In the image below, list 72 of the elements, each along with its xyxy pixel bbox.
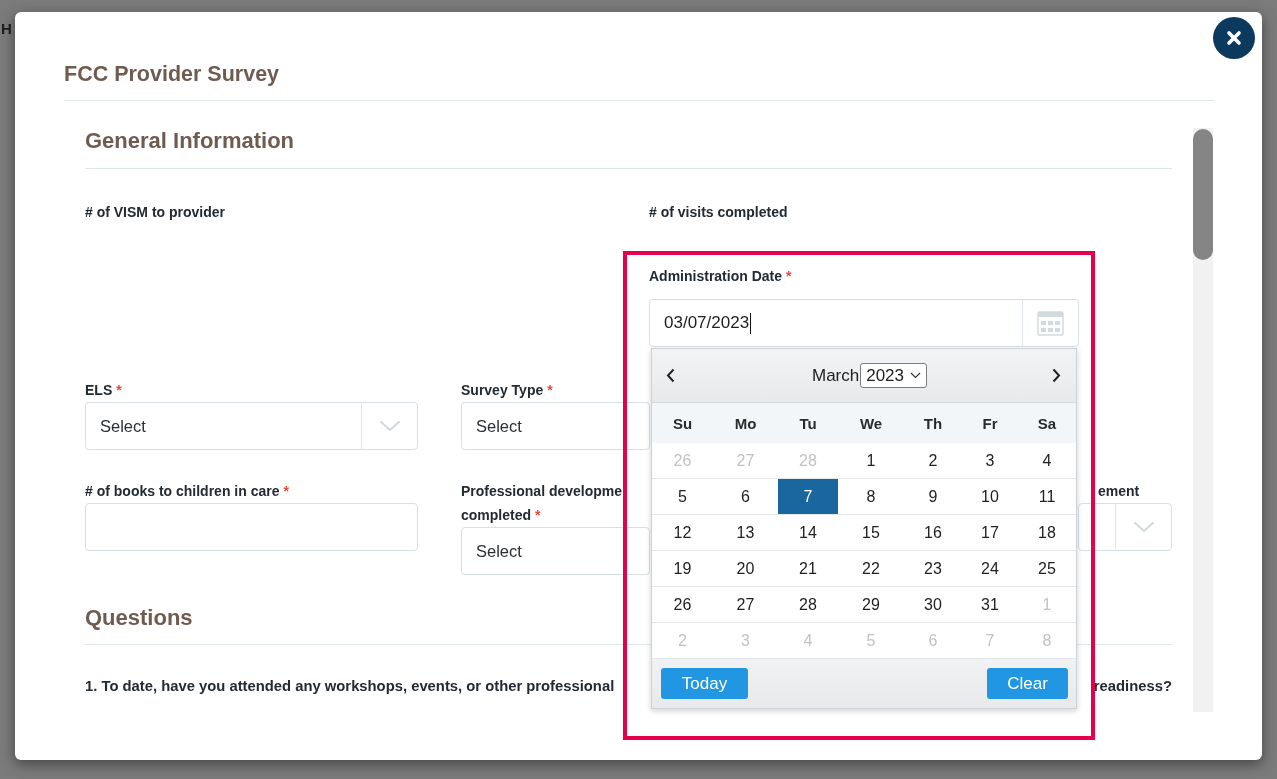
field-label: completed *: [461, 506, 541, 525]
day-cell[interactable]: 25: [1018, 551, 1076, 586]
weekday-label: Su: [672, 414, 693, 432]
weekday-label: We: [859, 414, 883, 432]
day-cell[interactable]: 1: [838, 443, 904, 478]
select-field[interactable]: [1078, 503, 1172, 551]
close-icon: [1226, 30, 1242, 46]
day-cell[interactable]: 20: [713, 551, 778, 586]
day-cell[interactable]: 18: [1018, 515, 1076, 550]
field-label: ELS *: [85, 381, 122, 400]
select-field[interactable]: Select: [461, 527, 650, 575]
weekday-label: Mo: [734, 414, 757, 432]
prev-month-button[interactable]: [666, 368, 675, 383]
day-cell[interactable]: 21: [778, 551, 838, 586]
day-cell[interactable]: 4: [1018, 443, 1076, 478]
question-text: 1. To date, have you attended any workshops, events, or other professional: [85, 677, 615, 695]
day-cell[interactable]: 8: [838, 479, 904, 514]
day-cell[interactable]: 30: [904, 587, 962, 622]
field-label: # of books to children in care *: [85, 482, 289, 501]
weekday-label: Th: [923, 414, 943, 432]
month-label: March: [811, 365, 860, 386]
weekday-label: Tu: [799, 414, 817, 432]
day-cell[interactable]: 19: [652, 551, 713, 586]
close-button[interactable]: [1213, 17, 1255, 59]
day-cell[interactable]: 26: [652, 587, 713, 622]
day-cell[interactable]: 2: [904, 443, 962, 478]
day-cell[interactable]: 28: [778, 587, 838, 622]
field-label: ement: [1098, 482, 1140, 501]
chevron-right-icon: [1052, 368, 1061, 383]
weekday-label: Sa: [1037, 414, 1057, 432]
next-month-button[interactable]: [1052, 368, 1061, 383]
section-heading: Questions: [85, 606, 193, 630]
input-field[interactable]: [85, 503, 418, 551]
chevron-left-icon: [666, 368, 675, 383]
scrollbar-track[interactable]: [1193, 128, 1213, 712]
field-label: Administration Date *: [649, 267, 792, 286]
day-cell[interactable]: 31: [962, 587, 1018, 622]
day-cell[interactable]: 23: [904, 551, 962, 586]
select-field[interactable]: Select: [461, 402, 650, 450]
day-cell[interactable]: 17: [962, 515, 1018, 550]
chevron-down-icon: [910, 372, 922, 379]
background-heading: H: [1, 20, 12, 38]
day-cell[interactable]: 15: [838, 515, 904, 550]
question-text: readiness?: [1093, 677, 1172, 695]
day-cell[interactable]: 7: [778, 479, 838, 514]
day-cell[interactable]: 3: [962, 443, 1018, 478]
chevron-down-icon: [378, 420, 401, 432]
day-cell[interactable]: 14: [778, 515, 838, 550]
day-cell[interactable]: 13: [713, 515, 778, 550]
day-cell[interactable]: 16: [904, 515, 962, 550]
day-cell[interactable]: 9: [904, 479, 962, 514]
field-label: # of visits completed: [649, 203, 788, 222]
day-cell[interactable]: 5: [652, 479, 713, 514]
select-field[interactable]: Select: [85, 402, 418, 450]
date-input[interactable]: 03/07/2023: [649, 299, 1079, 347]
field-label: Professional developme: [461, 482, 623, 501]
dialog-title: FCC Provider Survey: [64, 62, 280, 86]
day-cell[interactable]: 12: [652, 515, 713, 550]
chevron-down-icon: [1132, 521, 1155, 533]
day-cell[interactable]: 27: [713, 587, 778, 622]
day-cell[interactable]: 29: [838, 587, 904, 622]
day-cell[interactable]: 11: [1018, 479, 1076, 514]
field-label: Survey Type *: [461, 381, 553, 400]
day-cell[interactable]: 22: [838, 551, 904, 586]
day-cell[interactable]: 24: [962, 551, 1018, 586]
field-label: # of VISM to provider: [85, 203, 225, 222]
year-select[interactable]: 2023: [860, 363, 928, 388]
scrollbar-thumb[interactable]: [1193, 129, 1213, 260]
day-cell[interactable]: 10: [962, 479, 1018, 514]
section-heading: General Information: [85, 129, 295, 153]
day-cell[interactable]: 6: [713, 479, 778, 514]
weekday-label: Fr: [982, 414, 998, 432]
